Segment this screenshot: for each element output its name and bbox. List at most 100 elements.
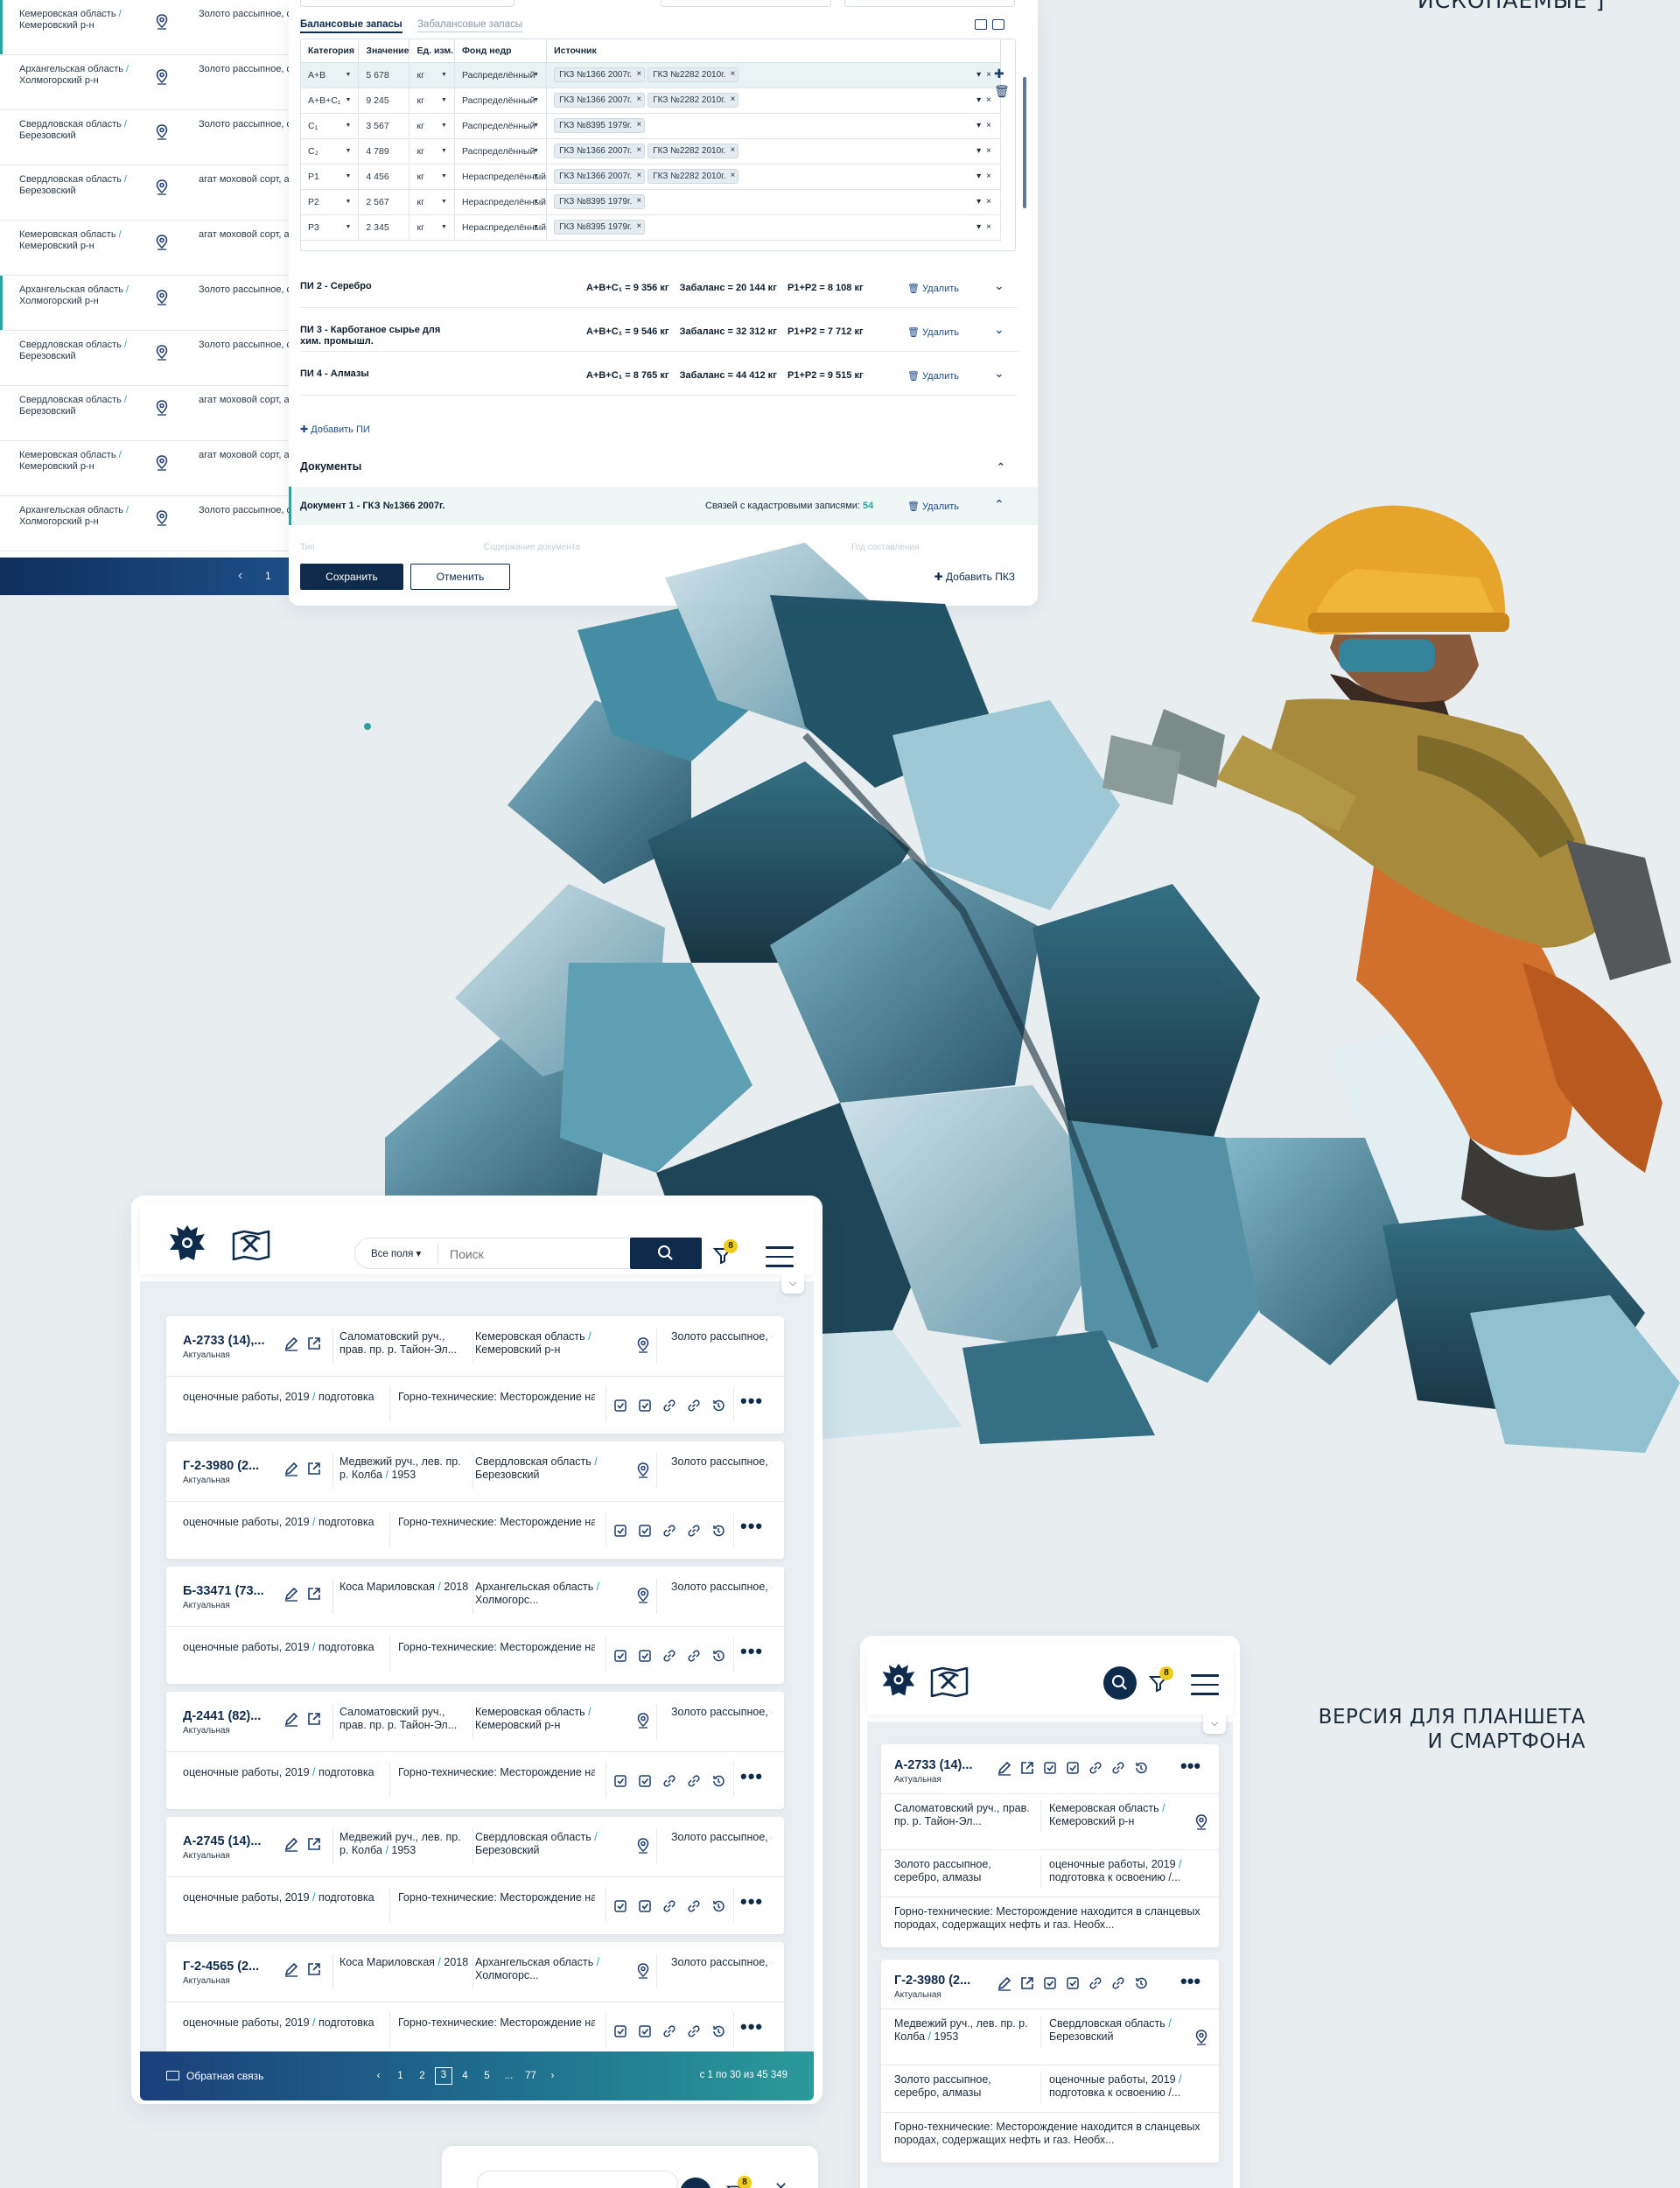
chevron-down-icon[interactable]: ⌄ — [994, 278, 1004, 293]
add-row-icon[interactable]: ✚ — [994, 65, 1010, 82]
source-cell[interactable]: ГКЗ №8395 1979г. ▾× — [546, 113, 1001, 139]
history-icon[interactable] — [1133, 1975, 1148, 1990]
card-id[interactable]: А-2733 (14)... — [894, 1758, 972, 1772]
edit-icon[interactable] — [997, 1975, 1012, 1991]
delete-pi-button[interactable]: 🗑 Удалить — [907, 370, 959, 382]
chevron-down-icon[interactable]: ⌄ — [994, 322, 1004, 337]
list-item[interactable]: Кемеровская область / Кемеровский р-н ага… — [0, 441, 289, 496]
check-icon[interactable] — [637, 1398, 653, 1413]
value-cell[interactable]: 4 789 — [358, 138, 410, 165]
external-link-icon[interactable] — [1019, 1760, 1034, 1775]
external-link-icon[interactable] — [306, 1961, 322, 1977]
page-link[interactable]: 4 — [454, 2071, 476, 2081]
check-icon[interactable] — [612, 1648, 628, 1664]
link-icon[interactable] — [686, 1398, 702, 1413]
source-controls[interactable]: ▾× — [976, 197, 997, 207]
source-chip[interactable]: ГКЗ №8395 1979г. — [554, 194, 646, 209]
source-chip[interactable]: ГКЗ №1366 2007г. — [554, 67, 646, 82]
more-icon[interactable]: ••• — [1180, 1757, 1200, 1776]
source-chip[interactable]: ГКЗ №1366 2007г. — [554, 144, 646, 158]
source-cell[interactable]: ГКЗ №1366 2007г.ГКЗ №2282 2010г.▾× — [546, 62, 1001, 88]
map-pin-icon[interactable] — [1194, 1814, 1208, 1830]
list-view-icon[interactable] — [992, 19, 1004, 30]
table-row[interactable]: P3 ▼ 2 345 кг ▼ Нераспределённый ▼ ГКЗ №8395 19… — [301, 214, 1001, 241]
link-icon[interactable] — [662, 1773, 677, 1789]
table-row[interactable]: C₂ ▼ 4 789 кг ▼ Распределённый ▼ ГКЗ №1366 2007… — [301, 138, 1001, 165]
source-chip[interactable]: ГКЗ №2282 2010г. — [648, 67, 739, 82]
add-pi-button[interactable]: ✚ Добавить ПИ — [300, 424, 370, 435]
map-pin-icon[interactable] — [636, 1713, 650, 1729]
link-icon[interactable] — [686, 1523, 702, 1539]
source-chip[interactable]: ГКЗ №2282 2010г. — [648, 93, 739, 108]
more-icon[interactable]: ••• — [740, 1767, 763, 1786]
source-controls[interactable]: ▾× — [976, 172, 997, 181]
unit-cell[interactable]: кг ▼ — [409, 88, 455, 114]
search-button[interactable] — [1103, 1666, 1137, 1700]
fund-cell[interactable]: Нераспределённый ▼ — [454, 214, 548, 241]
category-cell[interactable]: P1 ▼ — [301, 164, 360, 190]
fund-cell[interactable]: Нераспределённый ▼ — [454, 164, 548, 190]
page-link[interactable]: 3 — [435, 2067, 452, 2085]
result-card[interactable]: А-2745 (14)... Актуальная Медвежий руч., л… — [166, 1817, 784, 1934]
category-cell[interactable]: P2 ▼ — [301, 189, 360, 215]
pi-row[interactable]: ПИ 3 - Карботаное сырье для хим. промышл… — [300, 312, 1018, 352]
history-icon[interactable] — [710, 2023, 726, 2039]
external-link-icon[interactable] — [306, 1336, 322, 1351]
result-card[interactable]: А-2733 (14),... Актуальная Саломатовский р… — [166, 1316, 784, 1434]
link-icon[interactable] — [1088, 1975, 1102, 1990]
panel-scrollbar[interactable] — [1023, 77, 1026, 208]
tab-offbalance[interactable]: Забалансовые запасы — [416, 19, 523, 32]
list-item[interactable]: Архангельская область / Холмогорский р-н… — [0, 55, 289, 110]
map-pin-icon[interactable] — [155, 124, 169, 140]
list-item[interactable]: Свердловская область / Березовский Золото… — [0, 110, 289, 165]
search-input[interactable] — [477, 2170, 678, 2188]
link-icon[interactable] — [1110, 1760, 1125, 1775]
document-row[interactable]: Документ 1 - ГКЗ №1366 2007г. Связей с к… — [289, 487, 1038, 525]
source-chip[interactable]: ГКЗ №2282 2010г. — [648, 144, 739, 158]
table-row[interactable]: C₁ ▼ 3 567 кг ▼ Распределённый ▼ ГКЗ №8395 1979… — [301, 113, 1001, 139]
source-cell[interactable]: ГКЗ №8395 1979г. ▾× — [546, 189, 1001, 215]
list-item[interactable]: Архангельская область / Холмогорский р-н… — [0, 496, 289, 551]
more-icon[interactable]: ••• — [1180, 1972, 1200, 1991]
check-icon[interactable] — [612, 1398, 628, 1413]
source-chip[interactable]: ГКЗ №1366 2007г. — [554, 169, 646, 184]
card-id[interactable]: Д-2441 (82)... — [183, 1709, 261, 1723]
add-pkz-button[interactable]: ✚ Добавить ПКЗ — [934, 571, 1016, 583]
check-icon[interactable] — [637, 1648, 653, 1664]
menu-icon[interactable] — [1191, 1674, 1219, 1702]
value-cell[interactable]: 3 567 — [358, 113, 410, 139]
value-cell[interactable]: 9 245 — [358, 88, 410, 114]
unit-cell[interactable]: кг ▼ — [409, 138, 455, 165]
source-cell[interactable]: ГКЗ №1366 2007г.ГКЗ №2282 2010г.▾× — [546, 138, 1001, 165]
external-link-icon[interactable] — [1019, 1975, 1034, 1990]
card-id[interactable]: Г-2-3980 (2... — [894, 1974, 970, 1988]
list-item[interactable]: Свердловская область / Березовский Золото… — [0, 331, 289, 386]
map-pin-icon[interactable] — [155, 510, 169, 526]
map-pin-icon[interactable] — [155, 179, 169, 195]
chevron-down-icon[interactable]: ⌄ — [994, 366, 1004, 381]
prev-page-arrow[interactable]: ‹ — [238, 568, 242, 584]
card-id[interactable]: Г-2-4565 (2... — [183, 1960, 259, 1974]
check-icon[interactable] — [637, 2023, 653, 2039]
result-card[interactable]: Б-33471 (73... Актуальная Коса Мариловская… — [166, 1567, 784, 1684]
check-icon[interactable] — [612, 1773, 628, 1789]
history-icon[interactable] — [710, 1398, 726, 1413]
map-pin-icon[interactable] — [155, 400, 169, 416]
table-row[interactable]: P1 ▼ 4 456 кг ▼ Нераспределённый ▼ ГКЗ №1366 20… — [301, 164, 1001, 190]
top-input-edge[interactable] — [300, 0, 514, 7]
edit-icon[interactable] — [284, 1461, 299, 1476]
list-item[interactable]: Свердловская область / Березовский агат м… — [0, 165, 289, 221]
search-button[interactable] — [680, 2177, 711, 2188]
history-icon[interactable] — [710, 1523, 726, 1539]
fund-cell[interactable]: Распределённый ▼ — [454, 62, 548, 88]
map-pin-icon[interactable] — [155, 290, 169, 305]
link-icon[interactable] — [1110, 1975, 1125, 1990]
fund-cell[interactable]: Нераспределённый ▼ — [454, 189, 548, 215]
value-cell[interactable]: 4 456 — [358, 164, 410, 190]
link-icon[interactable] — [662, 1523, 677, 1539]
list-item[interactable]: Кемеровская область / Кемеровский р-н ага… — [0, 221, 289, 276]
link-icon[interactable] — [686, 2023, 702, 2039]
tab-balance[interactable]: Балансовые запасы — [300, 19, 402, 33]
value-cell[interactable]: 2 567 — [358, 189, 410, 215]
cancel-button[interactable]: Отменить — [410, 564, 510, 590]
